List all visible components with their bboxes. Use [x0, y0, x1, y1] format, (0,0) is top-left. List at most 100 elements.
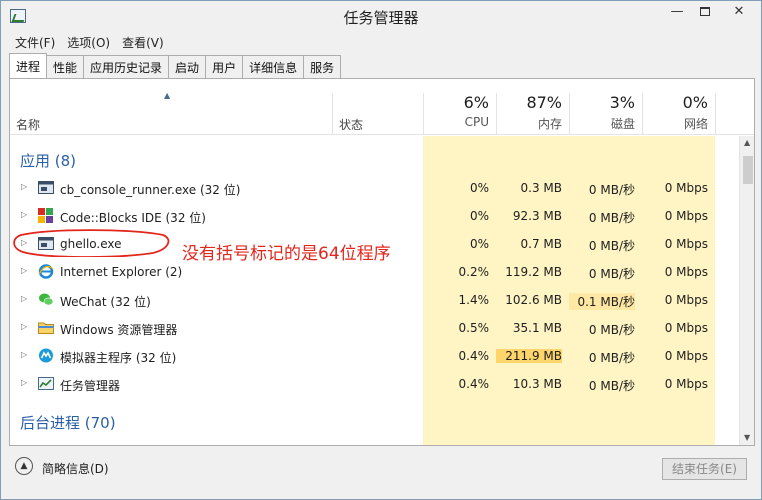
process-cpu: 0.5%	[458, 321, 490, 335]
process-cpu: 0%	[469, 237, 489, 251]
minimize-button[interactable]: —	[663, 1, 691, 23]
column-disk[interactable]: 3% 磁盘	[569, 93, 642, 135]
process-memory: 102.6 MB	[505, 293, 562, 307]
process-memory: 35.1 MB	[512, 321, 562, 335]
section-apps[interactable]: 应用 (8)	[20, 150, 76, 171]
column-cpu[interactable]: 6% CPU	[423, 93, 496, 135]
process-name: 模拟器主程序 (32 位)	[60, 351, 177, 365]
end-task-button[interactable]: 结束任务(E)	[662, 458, 747, 480]
process-disk: 0 MB/秒	[588, 183, 635, 197]
menu-file[interactable]: 文件(F)	[9, 32, 61, 52]
process-cpu: 1.4%	[458, 293, 490, 307]
process-network: 0 Mbps	[664, 377, 708, 391]
expand-arrow-icon[interactable]: ▷	[21, 266, 27, 275]
expand-arrow-icon[interactable]: ▷	[21, 182, 27, 191]
folder-icon	[38, 322, 54, 334]
process-memory: 92.3 MB	[512, 209, 562, 223]
expand-arrow-icon[interactable]: ▷	[21, 378, 27, 387]
process-rows: 应用 (8) ▷ cb_console_runner.exe (32 位) 0%…	[10, 136, 739, 445]
close-button[interactable]: ✕	[719, 1, 759, 23]
tab-startup[interactable]: 启动	[168, 55, 207, 78]
process-row[interactable]: ▷ Windows 资源管理器 0.5% 35.1 MB 0 MB/秒 0 Mb…	[10, 314, 739, 342]
process-memory: 119.2 MB	[505, 265, 562, 279]
column-divider[interactable]	[332, 93, 333, 135]
menu-view[interactable]: 查看(V)	[116, 32, 170, 52]
network-label: 网络	[683, 117, 708, 131]
expand-arrow-icon[interactable]: ▷	[21, 322, 27, 331]
internet-explorer-icon	[38, 264, 54, 279]
annotation-text: 没有括号标记的是64位程序	[182, 244, 391, 264]
column-divider[interactable]	[715, 93, 716, 135]
title-bar: 任务管理器 — ✕	[1, 1, 761, 31]
window-title: 任务管理器	[343, 9, 419, 27]
cpu-total: 6%	[463, 93, 489, 112]
process-row[interactable]: ▷ cb_console_runner.exe (32 位) 0% 0.3 MB…	[10, 174, 739, 202]
process-cpu: 0%	[469, 181, 489, 195]
disk-total: 3%	[609, 93, 635, 112]
footer: ▲ 简略信息(D) 结束任务(E)	[1, 448, 761, 488]
process-disk: 0 MB/秒	[588, 239, 635, 253]
tab-services[interactable]: 服务	[303, 55, 342, 78]
process-network: 0 Mbps	[664, 265, 708, 279]
column-memory[interactable]: 87% 内存	[496, 93, 569, 135]
menu-options[interactable]: 选项(O)	[61, 32, 116, 52]
process-row[interactable]: ▷ Code::Blocks IDE (32 位) 0% 92.3 MB 0 M…	[10, 202, 739, 230]
expand-arrow-icon[interactable]: ▷	[21, 350, 27, 359]
column-status[interactable]: 状态	[339, 116, 363, 133]
process-memory: 0.7 MB	[520, 237, 562, 251]
scroll-down-icon[interactable]: ▼	[744, 433, 750, 442]
process-network: 0 Mbps	[664, 237, 708, 251]
process-network: 0 Mbps	[664, 293, 708, 307]
emulator-icon	[39, 348, 53, 363]
codeblocks-icon	[38, 208, 53, 223]
process-name: Internet Explorer (2)	[60, 265, 183, 279]
memory-label: 内存	[537, 117, 562, 131]
process-memory: 10.3 MB	[512, 377, 562, 391]
process-memory: 211.9 MB	[496, 349, 562, 363]
process-name: 任务管理器	[60, 379, 121, 393]
expand-arrow-icon[interactable]: ▷	[21, 294, 27, 303]
maximize-icon	[700, 7, 710, 16]
fewer-details-link[interactable]: 简略信息(D)	[42, 460, 109, 477]
process-disk: 0 MB/秒	[588, 267, 635, 281]
process-row[interactable]: ▷ WeChat (32 位) 1.4% 102.6 MB 0.1 MB/秒 0…	[10, 286, 739, 314]
process-row[interactable]: ▷ 任务管理器 0.4% 10.3 MB 0 MB/秒 0 Mbps	[10, 370, 739, 398]
scrollbar-thumb[interactable]	[743, 156, 753, 184]
memory-total: 87%	[526, 93, 562, 112]
process-network: 0 Mbps	[664, 321, 708, 335]
network-total: 0%	[682, 93, 708, 112]
scroll-up-icon[interactable]: ▲	[744, 138, 750, 147]
sort-ascending-icon[interactable]: ▲	[164, 91, 170, 100]
maximize-button[interactable]	[691, 1, 719, 23]
column-header: ▲ 名称 状态 6% CPU 87% 内存 3% 磁盘 0% 网络	[10, 79, 754, 135]
process-row[interactable]: ▷ 模拟器主程序 (32 位) 0.4% 211.9 MB 0 MB/秒 0 M…	[10, 342, 739, 370]
expand-arrow-icon[interactable]: ▷	[21, 210, 27, 219]
process-cpu: 0.4%	[458, 377, 490, 391]
tab-users[interactable]: 用户	[205, 55, 244, 78]
menu-bar: 文件(F) 选项(O) 查看(V)	[9, 32, 170, 52]
process-cpu: 0.4%	[458, 349, 490, 363]
process-disk: 0 MB/秒	[588, 323, 635, 337]
process-name: Windows 资源管理器	[60, 323, 178, 337]
process-network: 0 Mbps	[664, 209, 708, 223]
cpu-label: CPU	[464, 115, 489, 129]
annotation-circle	[13, 229, 170, 257]
process-network: 0 Mbps	[664, 181, 708, 195]
tab-details[interactable]: 详细信息	[242, 55, 305, 78]
process-disk: 0 MB/秒	[588, 351, 635, 365]
process-cpu: 0%	[469, 209, 489, 223]
console-window-icon	[38, 181, 54, 194]
task-manager-icon	[38, 377, 54, 390]
section-background-processes[interactable]: 后台进程 (70)	[20, 412, 116, 433]
process-name: Code::Blocks IDE (32 位)	[60, 211, 206, 225]
process-memory: 0.3 MB	[520, 181, 562, 195]
vertical-scrollbar[interactable]: ▲ ▼	[739, 136, 754, 445]
column-name[interactable]: 名称	[16, 116, 40, 133]
column-network[interactable]: 0% 网络	[642, 93, 715, 135]
tab-performance[interactable]: 性能	[46, 55, 85, 78]
tab-processes[interactable]: 进程	[9, 53, 48, 78]
chevron-up-icon[interactable]: ▲	[15, 457, 33, 475]
tab-app-history[interactable]: 应用历史记录	[83, 55, 170, 78]
process-name: WeChat (32 位)	[60, 295, 151, 309]
process-network: 0 Mbps	[664, 349, 708, 363]
